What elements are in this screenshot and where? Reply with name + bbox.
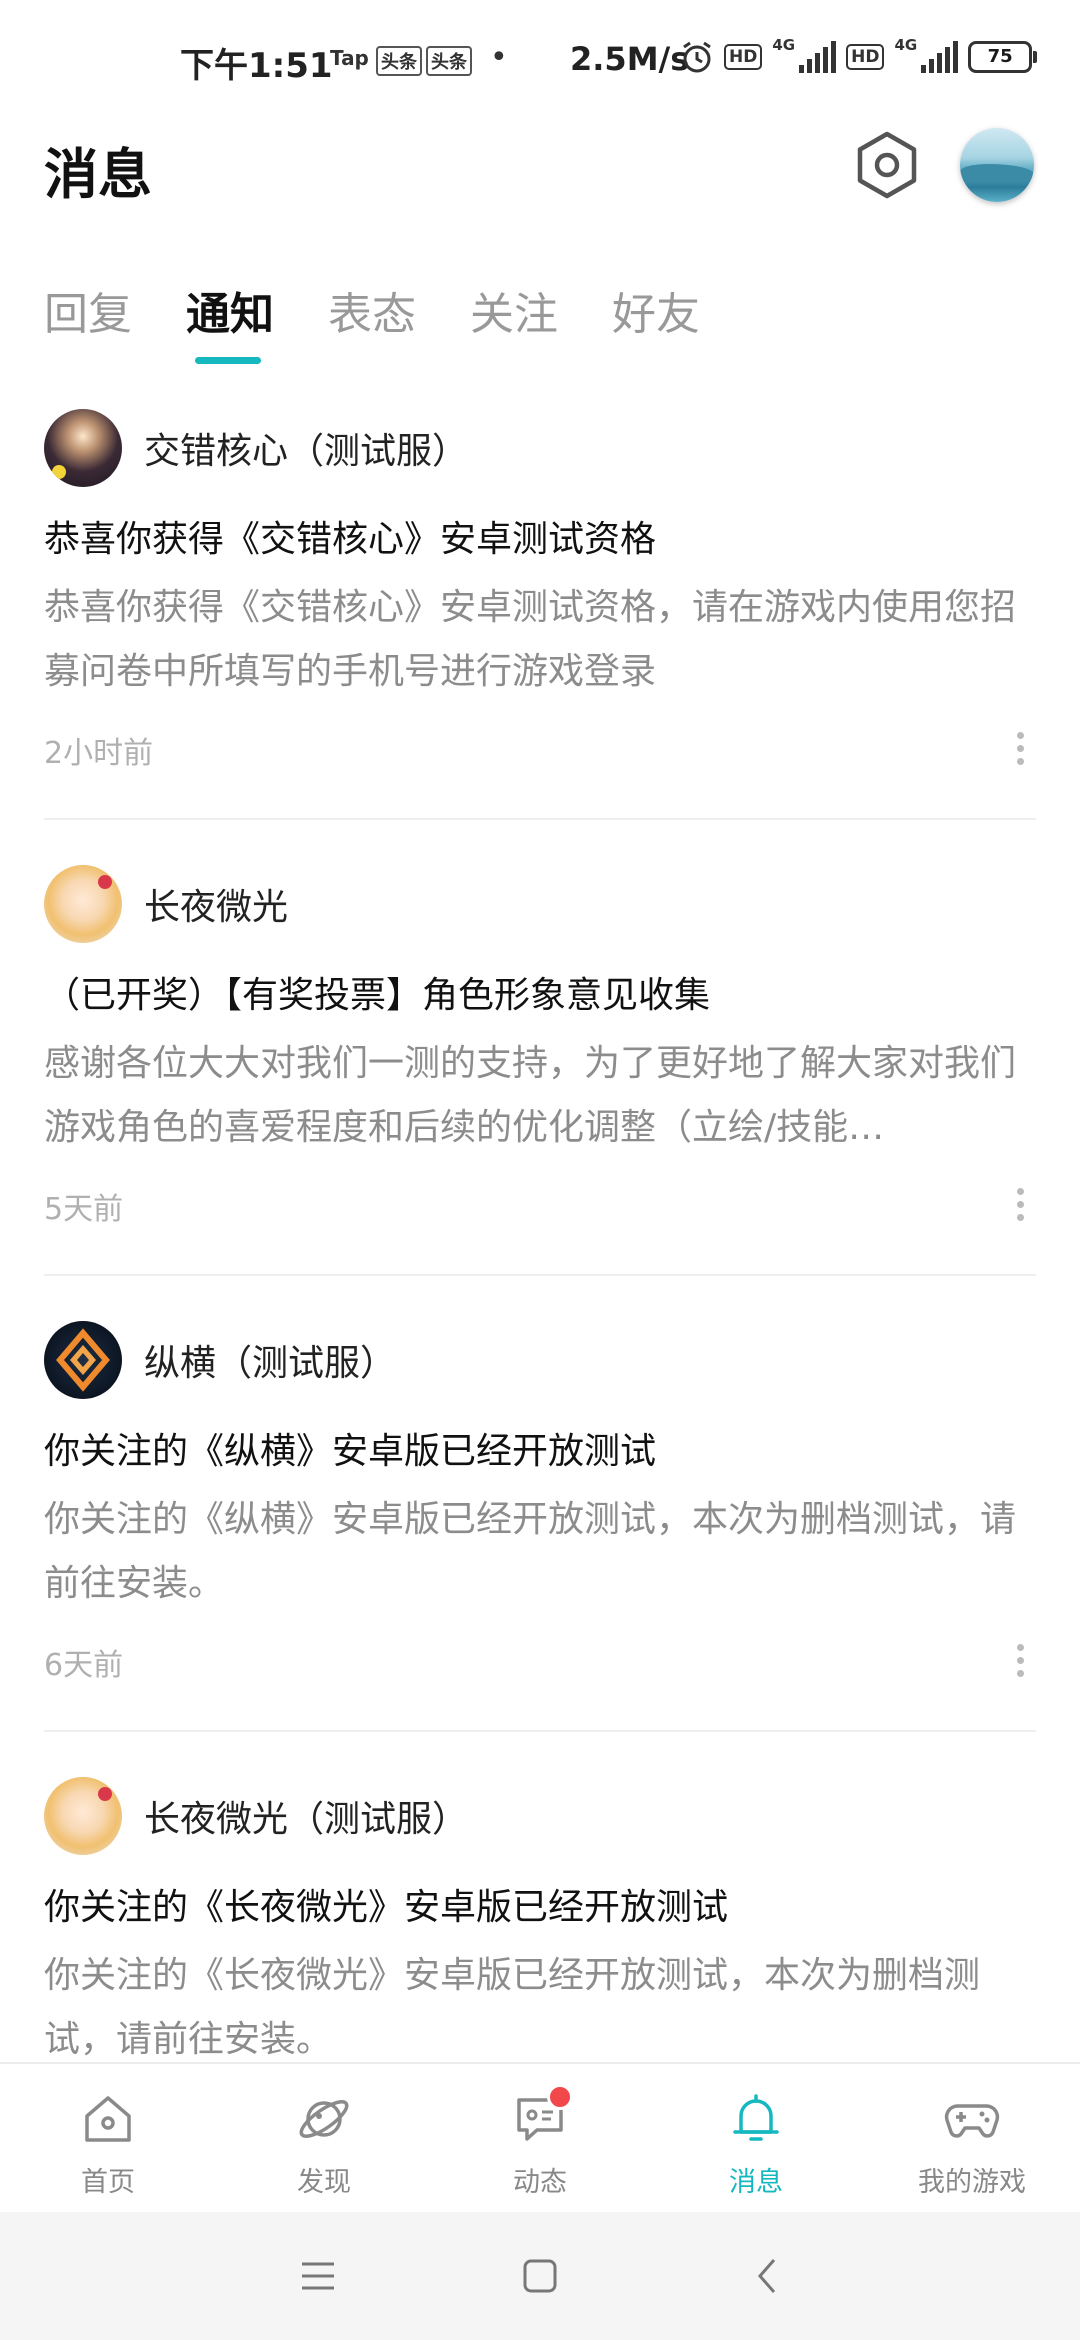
tab-follow[interactable]: 关注 bbox=[470, 278, 558, 342]
notification-title: 你关注的《长夜微光》安卓版已经开放测试 bbox=[44, 1887, 729, 1928]
game-avatar[interactable] bbox=[44, 409, 122, 487]
notification-source: 长夜微光（测试服） bbox=[144, 1799, 469, 1840]
settings-hexagon-icon bbox=[857, 131, 917, 199]
nav-label: 发现 bbox=[297, 2167, 351, 2198]
notification-item[interactable]: 长夜微光（测试服） 你关注的《长夜微光》安卓版已经开放测试 你关注的《长夜微光》… bbox=[44, 1776, 1036, 2072]
notification-title: 你关注的《纵横》安卓版已经开放测试 bbox=[44, 1431, 657, 1472]
more-options-icon[interactable] bbox=[1010, 728, 1030, 768]
network-type: 4G bbox=[772, 36, 796, 54]
tab-reply[interactable]: 回复 bbox=[44, 278, 132, 342]
notification-title: 恭喜你获得《交错核心》安卓测试资格 bbox=[44, 519, 657, 560]
menu-icon[interactable] bbox=[296, 2254, 340, 2298]
tab-notice[interactable]: 通知 bbox=[186, 278, 274, 342]
alarm-icon bbox=[683, 41, 711, 73]
nav-label: 动态 bbox=[513, 2167, 567, 2198]
game-avatar[interactable] bbox=[44, 865, 122, 943]
notification-source: 交错核心（测试服） bbox=[144, 431, 469, 472]
notification-item[interactable]: 长夜微光 （已开奖）【有奖投票】角色形象意见收集 感谢各位大大对我们一测的支持，… bbox=[44, 864, 1036, 1227]
unread-badge bbox=[547, 2084, 573, 2110]
chat-icon-wrap bbox=[511, 2084, 573, 2148]
nav-label: 消息 bbox=[729, 2167, 783, 2198]
planet-icon bbox=[299, 2100, 349, 2138]
nav-discover[interactable]: 发现 bbox=[254, 2090, 394, 2199]
bell-icon bbox=[733, 2094, 779, 2141]
game-avatar[interactable] bbox=[44, 1321, 122, 1399]
divider bbox=[44, 1730, 1036, 1732]
hd-icon-2: HD bbox=[846, 44, 885, 70]
signal-icon bbox=[799, 41, 837, 73]
nav-label: 我的游戏 bbox=[918, 2167, 1026, 2198]
network-speed: 2.5M/s bbox=[570, 40, 690, 78]
bottom-navigation: 首页 发现 动态 消息 我的游戏 bbox=[0, 2062, 1080, 2214]
game-avatar[interactable] bbox=[44, 1777, 122, 1855]
nav-label: 首页 bbox=[81, 2167, 135, 2198]
notification-time: 2小时前 bbox=[44, 736, 154, 771]
more-options-icon[interactable] bbox=[1010, 1184, 1030, 1224]
settings-button[interactable] bbox=[850, 128, 924, 202]
zongheng-logo-icon bbox=[56, 1328, 110, 1392]
notification-body: 你关注的《纵横》安卓版已经开放测试，本次为删档测试，请前往安装。 bbox=[44, 1499, 1017, 1604]
home-square-icon[interactable] bbox=[518, 2254, 562, 2298]
nav-messages[interactable]: 消息 bbox=[686, 2090, 826, 2199]
back-icon[interactable] bbox=[746, 2254, 790, 2298]
nav-activity[interactable]: 动态 bbox=[470, 2084, 610, 2199]
active-tab-indicator bbox=[195, 357, 261, 364]
divider bbox=[44, 818, 1036, 820]
notification-body: 感谢各位大大对我们一测的支持，为了更好地了解大家对我们游戏角色的喜爱程度和后续的… bbox=[44, 1043, 1017, 1148]
notification-time: 5天前 bbox=[44, 1192, 124, 1227]
notification-source: 纵横（测试服） bbox=[144, 1343, 397, 1384]
notification-title: （已开奖）【有奖投票】角色形象意见收集 bbox=[44, 975, 711, 1016]
notification-item[interactable]: 纵横（测试服） 你关注的《纵横》安卓版已经开放测试 你关注的《纵横》安卓版已经开… bbox=[44, 1320, 1036, 1683]
notification-source: 长夜微光 bbox=[144, 887, 289, 928]
battery-icon: 75 bbox=[968, 41, 1038, 73]
tab-reaction[interactable]: 表态 bbox=[328, 278, 416, 342]
tab-friends[interactable]: 好友 bbox=[612, 278, 700, 342]
signal-icon-2 bbox=[921, 41, 959, 73]
page-title: 消息 bbox=[44, 143, 152, 206]
network-type-2: 4G bbox=[894, 36, 918, 54]
notification-item[interactable]: 交错核心（测试服） 恭喜你获得《交错核心》安卓测试资格 恭喜你获得《交错核心》安… bbox=[44, 408, 1036, 771]
status-bar: 下午1:51 Tap 头条 头条 • 2.5M/s HD 4G HD 4G 75 bbox=[0, 0, 1080, 120]
more-options-icon[interactable] bbox=[1010, 1640, 1030, 1680]
home-icon bbox=[85, 2096, 131, 2142]
notification-dot: • bbox=[490, 40, 508, 75]
tap-app-badge: Tap bbox=[330, 46, 369, 70]
user-avatar[interactable] bbox=[960, 128, 1034, 202]
toutiao-app-badge-2: 头条 bbox=[426, 46, 472, 76]
hd-icon: HD bbox=[724, 44, 763, 70]
status-time: 下午1:51 bbox=[180, 46, 333, 86]
gamepad-icon bbox=[944, 2104, 1000, 2138]
divider bbox=[44, 1274, 1036, 1276]
nav-my-games[interactable]: 我的游戏 bbox=[902, 2090, 1042, 2199]
notification-body: 恭喜你获得《交错核心》安卓测试资格，请在游戏内使用您招募问卷中所填写的手机号进行… bbox=[44, 587, 1017, 692]
notification-time: 6天前 bbox=[44, 1648, 124, 1683]
message-tabs: 回复 通知 表态 关注 好友 bbox=[44, 278, 700, 342]
system-navigation-bar bbox=[0, 2212, 1080, 2340]
toutiao-app-badge: 头条 bbox=[376, 46, 422, 76]
notification-body: 你关注的《长夜微光》安卓版已经开放测试，本次为删档测试，请前往安装。 bbox=[44, 1955, 981, 2060]
nav-home[interactable]: 首页 bbox=[38, 2090, 178, 2199]
